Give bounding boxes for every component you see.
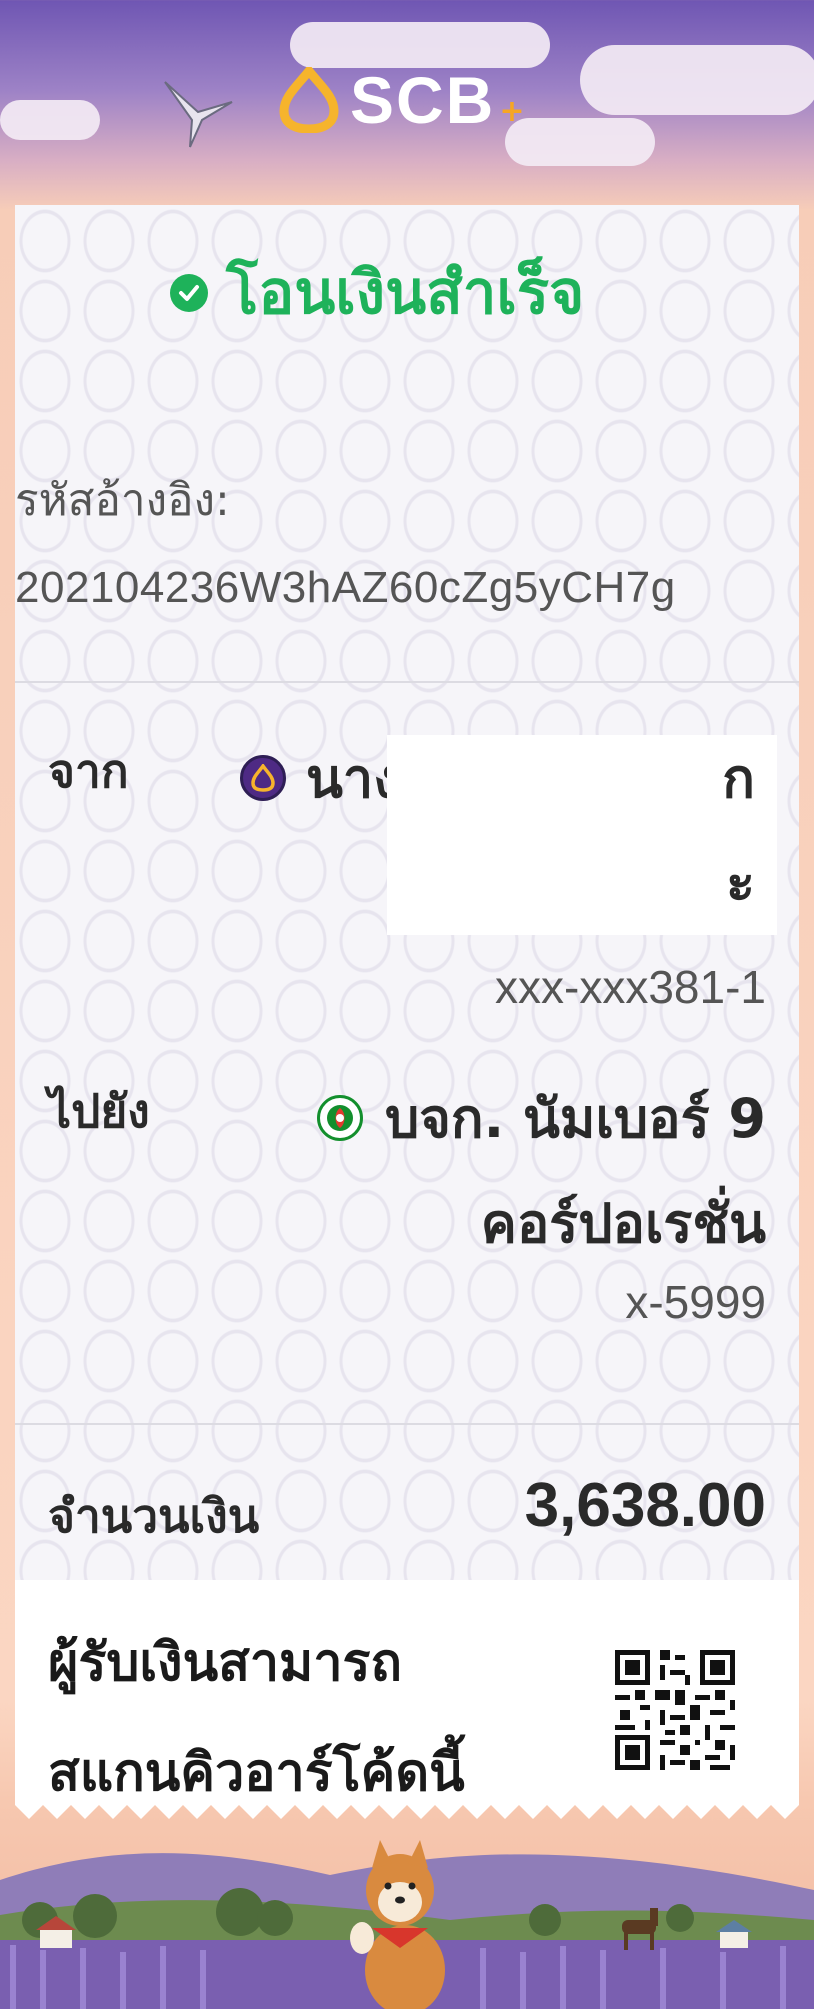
from-name-text: นาง [306, 747, 400, 810]
divider [15, 681, 799, 683]
kbank-icon [317, 1095, 364, 1141]
scan-text-line2: สแกนคิวอาร์โค้ดนี้ [48, 1743, 465, 1803]
divider [15, 1423, 799, 1425]
amount-value: 3,638.00 [524, 1471, 766, 1540]
from-name: นาง [240, 735, 400, 821]
logo-text: SCB [350, 63, 496, 137]
to-name-line1: บจก. นัมเบอร์ 9 [317, 1075, 766, 1161]
to-label: ไปยัง [48, 1084, 150, 1138]
scb-logo: SCB + [278, 62, 525, 138]
redacted-area: ก ะ [387, 735, 777, 935]
lavender-field-illustration [0, 1840, 814, 2009]
qr-code-icon[interactable] [610, 1645, 740, 1775]
transfer-status: โอนเงินสำเร็จ [170, 245, 584, 340]
redacted-fragment: ก [722, 747, 755, 810]
to-name-line2: คอร์ปอเรชั่น [480, 1192, 766, 1255]
reference-value: 202104236W3hAZ60cZg5yCH7g [15, 563, 676, 612]
cloud-decoration [0, 100, 100, 140]
receipt-torn-edge [15, 1795, 799, 1819]
status-text: โอนเงินสำเร็จ [226, 258, 585, 328]
scan-text-line1: ผู้รับเงินสามารถ [48, 1633, 402, 1693]
header-banner: SCB + [0, 0, 814, 205]
to-name-text-1: บจก. นัมเบอร์ 9 [385, 1087, 766, 1150]
scb-bank-icon [240, 755, 286, 801]
cloud-decoration [580, 45, 814, 115]
to-account: x-5999 [625, 1276, 766, 1328]
receipt-card: โอนเงินสำเร็จ รหัสอ้างอิง: 202104236W3hA… [15, 205, 799, 1805]
amount-label: จำนวนเงิน [48, 1489, 260, 1543]
reference-label: รหัสอ้างอิง: [15, 475, 230, 526]
redacted-fragment: ะ [725, 851, 755, 914]
scb-logo-icon [279, 67, 339, 133]
from-label: จาก [48, 744, 129, 798]
from-account: xxx-xxx381-1 [495, 961, 766, 1013]
logo-plus: + [499, 93, 525, 129]
bird-icon [164, 81, 233, 148]
check-circle-icon [170, 273, 208, 312]
cloud-decoration [505, 118, 655, 166]
